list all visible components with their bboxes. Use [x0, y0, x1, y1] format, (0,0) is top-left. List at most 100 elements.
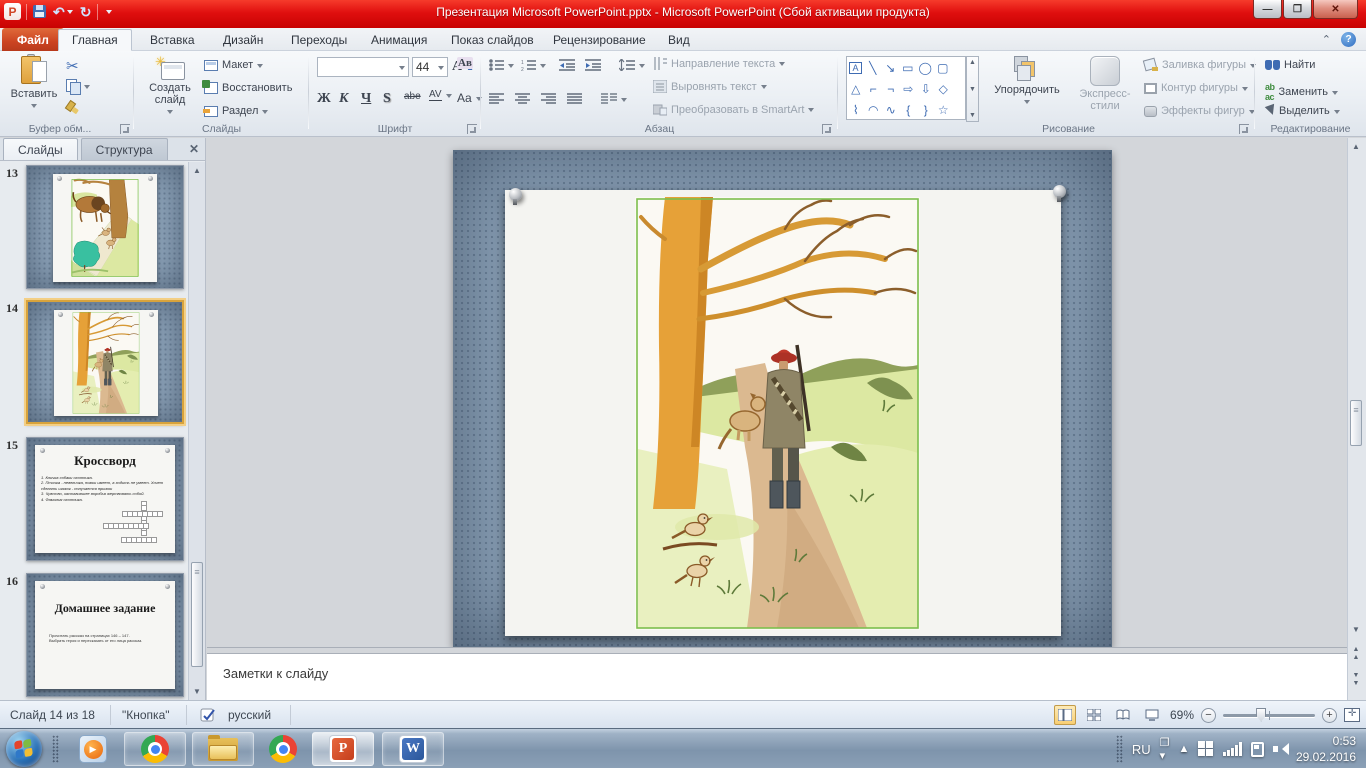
tab-slides[interactable]: Слайды: [3, 138, 78, 160]
strikethrough-button[interactable]: abe: [404, 91, 421, 102]
shape-outline-button[interactable]: Контур фигуры: [1144, 82, 1248, 94]
rectangle-shape-icon[interactable]: ▭: [899, 61, 917, 75]
numbering-button[interactable]: 12: [521, 59, 546, 71]
tab-animations[interactable]: Анимация: [358, 29, 440, 51]
scribble-shape-icon[interactable]: ⌇: [847, 103, 865, 117]
drawing-dialog-launcher[interactable]: [1239, 124, 1249, 134]
taskbar-grip[interactable]: [1116, 735, 1123, 763]
clear-formatting-button[interactable]: Ав: [457, 57, 473, 69]
slide-sorter-view-button[interactable]: [1083, 705, 1105, 725]
slide-thumbnail-15[interactable]: Кроссворд 1. Кличка собаки охотника. 2. …: [26, 437, 184, 561]
paste-button[interactable]: Вставить: [8, 54, 60, 109]
oval-shape-icon[interactable]: ◯: [917, 61, 935, 75]
format-painter-button[interactable]: [66, 101, 80, 115]
shape-effects-button[interactable]: Эффекты фигур: [1144, 105, 1255, 117]
paragraph-dialog-launcher[interactable]: [822, 124, 832, 134]
taskbar-clock[interactable]: 0:53 29.02.2016: [1296, 733, 1356, 765]
tab-transitions[interactable]: Переходы: [278, 29, 360, 51]
reset-button[interactable]: Восстановить: [204, 82, 292, 94]
taskbar-powerpoint[interactable]: P: [312, 732, 374, 766]
start-button[interactable]: [6, 731, 42, 767]
scroll-up-icon[interactable]: ▲: [190, 163, 204, 178]
text-direction-button[interactable]: Направление текста: [653, 57, 785, 70]
font-size-combo[interactable]: 44: [412, 57, 448, 77]
elbow-arrow-shape-icon[interactable]: ¬: [882, 82, 900, 96]
text-shadow-button[interactable]: S: [383, 91, 391, 107]
line-shape-icon[interactable]: ╲: [864, 61, 882, 75]
align-text-button[interactable]: Выровнять текст: [653, 80, 767, 93]
columns-button[interactable]: [601, 93, 627, 105]
triangle-shape-icon[interactable]: △: [847, 82, 865, 96]
tab-view[interactable]: Вид: [655, 29, 703, 51]
textbox-shape-icon[interactable]: A: [849, 62, 862, 74]
reading-view-button[interactable]: [1112, 705, 1134, 725]
shapes-gallery-scrollbar[interactable]: ▲▼▼: [966, 56, 979, 122]
minimize-button[interactable]: —: [1253, 0, 1282, 19]
layout-button[interactable]: Макет: [204, 59, 263, 71]
bullets-button[interactable]: [489, 59, 514, 71]
notes-pane[interactable]: Заметки к слайду: [207, 654, 1347, 700]
replace-button[interactable]: abacЗаменить: [1265, 82, 1338, 102]
normal-view-button[interactable]: [1054, 705, 1076, 725]
minimize-ribbon-icon[interactable]: ⌃: [1322, 33, 1331, 46]
right-arrow-shape-icon[interactable]: ⇨: [900, 82, 918, 96]
taskbar-explorer[interactable]: [192, 732, 254, 766]
zoom-slider[interactable]: [1223, 714, 1315, 717]
underline-button[interactable]: Ч: [361, 91, 371, 107]
action-center-icon[interactable]: [1251, 742, 1264, 757]
get-windows-icon[interactable]: [1198, 741, 1214, 757]
select-button[interactable]: Выделить: [1265, 105, 1340, 117]
taskbar-word[interactable]: W: [382, 732, 444, 766]
pentagon-shape-icon[interactable]: ◇: [935, 82, 953, 96]
change-case-button[interactable]: Aa: [457, 91, 482, 105]
convert-smartart-button[interactable]: Преобразовать в SmartArt: [653, 103, 814, 116]
font-dialog-launcher[interactable]: [467, 124, 477, 134]
left-brace-shape-icon[interactable]: {: [900, 103, 918, 117]
align-center-button[interactable]: [515, 93, 530, 105]
main-scroll-thumb[interactable]: [1350, 400, 1362, 446]
cut-button[interactable]: ✂: [66, 57, 79, 75]
line-spacing-button[interactable]: [619, 59, 645, 71]
tab-slideshow[interactable]: Показ слайдов: [438, 29, 547, 51]
show-hidden-icons[interactable]: ▲: [1179, 743, 1190, 755]
section-button[interactable]: Раздел: [204, 105, 268, 117]
tab-outline[interactable]: Структура: [81, 138, 168, 160]
slide-thumbnail-16[interactable]: Домашнее задание Прочитать рассказ на ст…: [26, 573, 184, 697]
taskbar-chrome-2[interactable]: [260, 732, 306, 766]
zoom-out-button[interactable]: −: [1201, 708, 1216, 723]
close-button[interactable]: ✕: [1313, 0, 1358, 19]
slide-thumbnail-13[interactable]: [26, 165, 184, 289]
network-icon[interactable]: [1223, 742, 1242, 756]
elbow-shape-icon[interactable]: ⌐: [865, 82, 883, 96]
language-indicator[interactable]: RU: [1132, 742, 1151, 757]
theme-name[interactable]: "Кнопка": [112, 701, 180, 729]
scroll-down-icon[interactable]: ▼: [190, 684, 204, 699]
tab-home[interactable]: Главная: [58, 29, 132, 51]
title-bar[interactable]: P ↶ ↻ Презентация Microsoft PowerPoint.p…: [0, 0, 1366, 28]
zoom-level[interactable]: 69%: [1170, 708, 1194, 722]
arrange-button[interactable]: Упорядочить: [990, 56, 1064, 105]
down-arrow-shape-icon[interactable]: ⇩: [917, 82, 935, 96]
scroll-down-icon[interactable]: ▼: [1349, 622, 1363, 637]
arrow-shape-icon[interactable]: ↘: [882, 61, 900, 75]
bold-button[interactable]: Ж: [317, 91, 331, 107]
zoom-in-button[interactable]: +: [1322, 708, 1337, 723]
curve-shape-icon[interactable]: ∿: [882, 103, 900, 117]
slide-editing-area[interactable]: [207, 138, 1347, 647]
restore-button[interactable]: ❐: [1283, 0, 1312, 19]
rounded-rect-shape-icon[interactable]: ▢: [934, 61, 952, 75]
slideshow-view-button[interactable]: [1141, 705, 1163, 725]
taskbar-media-player[interactable]: ▶: [70, 732, 116, 766]
taskbar-chrome-1[interactable]: [124, 732, 186, 766]
tab-review[interactable]: Рецензирование: [540, 29, 659, 51]
star-shape-icon[interactable]: ☆: [935, 103, 953, 117]
new-slide-button[interactable]: ✳ Создать слайд: [142, 54, 198, 115]
italic-button[interactable]: К: [339, 91, 349, 107]
main-scrollbar[interactable]: ▲ ▼ ▲▲ ▼▼: [1347, 138, 1366, 700]
zoom-slider-thumb[interactable]: [1256, 708, 1266, 722]
increase-indent-button[interactable]: [585, 59, 601, 71]
slide-thumbnail-14[interactable]: [26, 300, 184, 424]
panel-scrollbar[interactable]: ▲ ▼: [188, 162, 205, 700]
scroll-up-icon[interactable]: ▲: [1349, 139, 1363, 154]
current-slide[interactable]: [453, 150, 1112, 647]
